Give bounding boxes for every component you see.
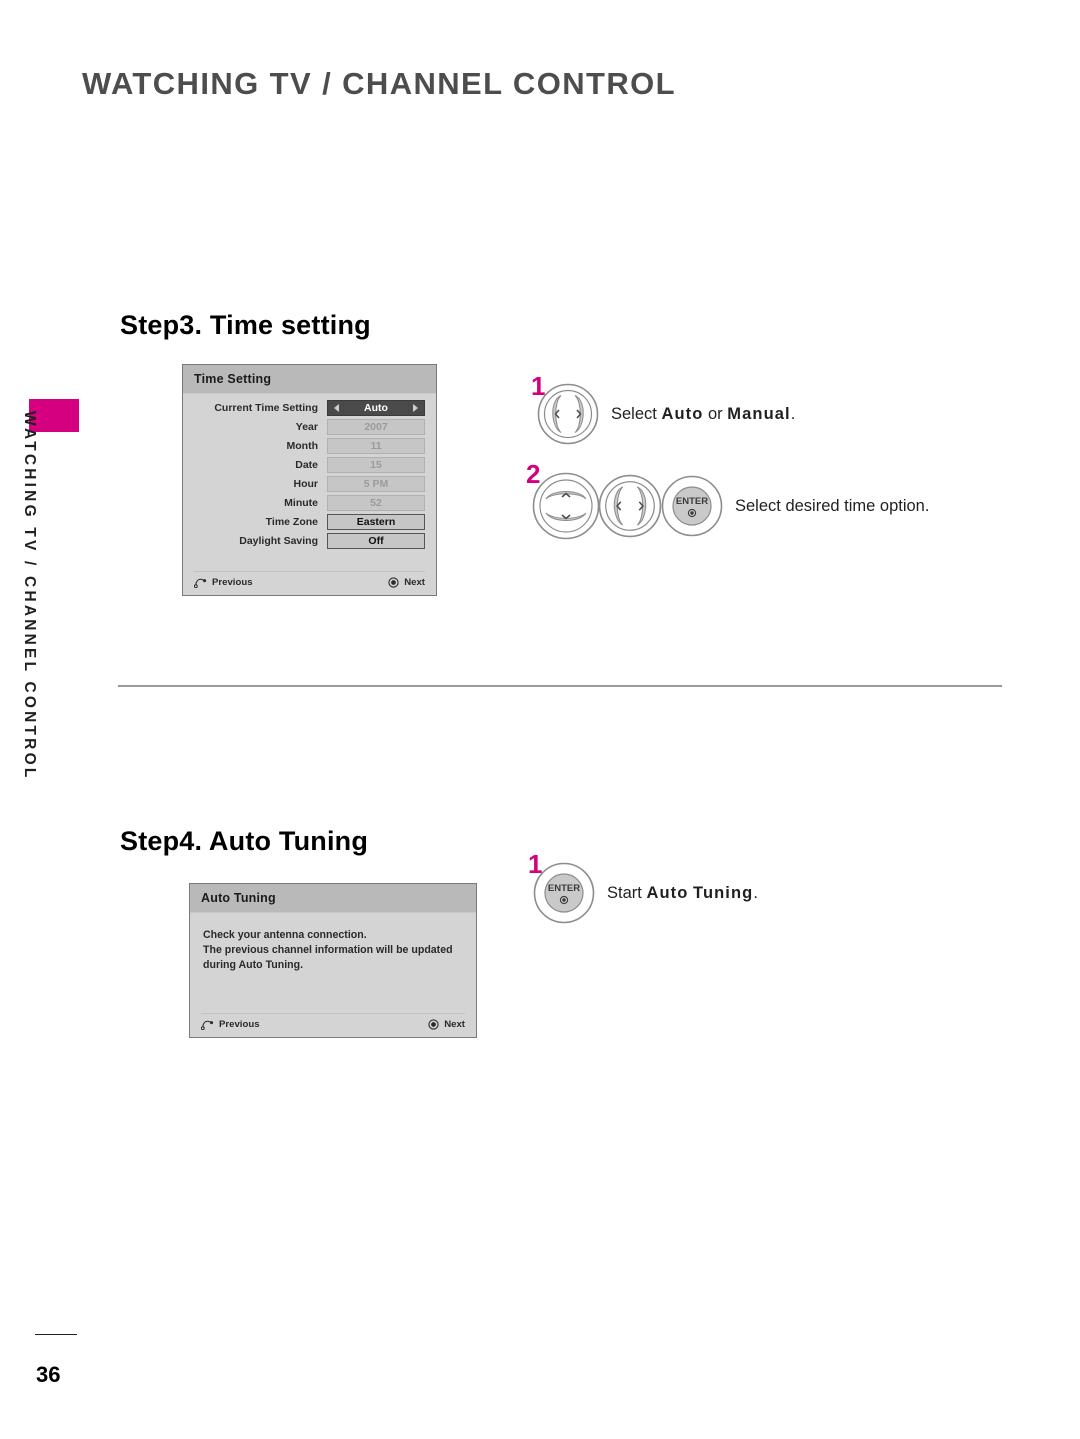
- row-value-text: 15: [370, 459, 382, 471]
- auto-tuning-message: Check your antenna connection. The previ…: [201, 919, 465, 973]
- footer-divider: [35, 1334, 77, 1335]
- row-value-date: 15: [327, 457, 425, 473]
- previous-label: Previous: [219, 1019, 260, 1030]
- row-label: Daylight Saving: [239, 535, 318, 547]
- instruction-text-mid: or: [703, 404, 728, 423]
- enter-dot-icon: [388, 577, 399, 588]
- instruction-row-3: ENTER Start Auto Tuning.: [533, 862, 758, 924]
- instruction-row-1: Select Auto or Manual.: [537, 383, 795, 445]
- instruction-text-suffix: .: [790, 404, 796, 423]
- auto-tuning-dialog-footer: Previous Next: [201, 1013, 465, 1030]
- next-button[interactable]: Next: [428, 1019, 465, 1030]
- return-arrow-icon: [201, 1020, 214, 1030]
- previous-label: Previous: [212, 577, 253, 588]
- time-setting-rows: Current Time Setting Auto Year 2007 Mont…: [183, 394, 436, 549]
- instruction-row-2: ENTER Select desired time option.: [532, 472, 929, 540]
- row-value-text: Off: [368, 535, 384, 547]
- table-row[interactable]: Month 11: [194, 438, 425, 454]
- row-value-year: 2007: [327, 419, 425, 435]
- step4-heading: Step4. Auto Tuning: [120, 826, 369, 856]
- row-value-daylight-saving[interactable]: Off: [327, 533, 425, 549]
- svg-text:ENTER: ENTER: [548, 883, 580, 894]
- row-value-time-zone[interactable]: Eastern: [327, 514, 425, 530]
- left-right-button-icon[interactable]: [537, 383, 599, 445]
- row-value-text: 5 PM: [363, 478, 389, 490]
- chevron-right-icon[interactable]: [413, 404, 418, 412]
- instruction-text-2: Select desired time option.: [735, 497, 929, 516]
- table-row[interactable]: Current Time Setting Auto: [194, 400, 425, 416]
- time-setting-dialog-footer: Previous Next: [194, 571, 425, 588]
- auto-tuning-line-2: The previous channel information will be…: [203, 944, 453, 956]
- page-title: WATCHING TV / CHANNEL CONTROL: [82, 66, 676, 101]
- return-arrow-icon: [194, 578, 207, 588]
- instruction-text-bold-1: Auto: [646, 883, 689, 902]
- auto-tuning-dialog-title: Auto Tuning: [190, 884, 476, 913]
- table-row[interactable]: Minute 52: [194, 495, 425, 511]
- auto-tuning-body: Check your antenna connection. The previ…: [190, 913, 476, 973]
- auto-tuning-line-1: Check your antenna connection.: [203, 929, 367, 941]
- previous-button[interactable]: Previous: [194, 577, 253, 588]
- step3-heading: Step3. Time setting: [120, 310, 371, 340]
- instruction-text-prefix: Select desired time option.: [735, 496, 930, 515]
- instruction-text-bold-2: Manual: [727, 404, 791, 423]
- previous-button[interactable]: Previous: [201, 1019, 260, 1030]
- row-value-text: 11: [370, 440, 382, 452]
- auto-tuning-line-3: during Auto Tuning.: [203, 959, 304, 971]
- instruction-text-prefix: Start: [607, 883, 647, 902]
- section-divider: [118, 685, 1002, 687]
- table-row[interactable]: Year 2007: [194, 419, 425, 435]
- row-label: Minute: [284, 497, 318, 509]
- instruction-text-3: Start Auto Tuning.: [607, 884, 758, 903]
- row-value-month: 11: [327, 438, 425, 454]
- row-label: Current Time Setting: [214, 402, 318, 414]
- row-label: Date: [295, 459, 318, 471]
- svg-text:ENTER: ENTER: [676, 496, 708, 507]
- row-label: Time Zone: [265, 516, 318, 528]
- row-label: Month: [286, 440, 319, 452]
- instruction-text-suffix: .: [753, 883, 758, 902]
- instruction-text-bold-1: Auto: [661, 404, 704, 423]
- up-down-button-icon[interactable]: [532, 472, 600, 540]
- row-value-minute: 52: [327, 495, 425, 511]
- row-value-current-time-setting[interactable]: Auto: [327, 400, 425, 416]
- table-row[interactable]: Time Zone Eastern: [194, 514, 425, 530]
- row-label: Hour: [293, 478, 319, 490]
- left-right-button-icon[interactable]: [598, 474, 662, 538]
- chevron-left-icon[interactable]: [334, 404, 339, 412]
- table-row[interactable]: Daylight Saving Off: [194, 533, 425, 549]
- time-setting-dialog-title: Time Setting: [183, 365, 436, 394]
- next-button[interactable]: Next: [388, 577, 425, 588]
- enter-button-icon[interactable]: ENTER: [533, 862, 595, 924]
- row-value-hour: 5 PM: [327, 476, 425, 492]
- auto-tuning-dialog: Auto Tuning Check your antenna connectio…: [189, 883, 477, 1038]
- enter-dot-icon: [428, 1019, 439, 1030]
- time-setting-dialog: Time Setting Current Time Setting Auto Y…: [182, 364, 437, 596]
- next-label: Next: [404, 577, 425, 588]
- row-value-text: Auto: [364, 402, 388, 414]
- table-row[interactable]: Hour 5 PM: [194, 476, 425, 492]
- table-row[interactable]: Date 15: [194, 457, 425, 473]
- row-value-text: 52: [370, 497, 382, 509]
- row-value-text: 2007: [364, 421, 388, 433]
- chapter-tab-label: WATCHING TV / CHANNEL CONTROL: [21, 411, 38, 781]
- next-label: Next: [444, 1019, 465, 1030]
- enter-button-icon[interactable]: ENTER: [661, 475, 723, 537]
- page-number: 36: [36, 1362, 61, 1387]
- instruction-text-bold-2: Tuning: [693, 883, 754, 902]
- row-value-text: Eastern: [356, 516, 396, 528]
- instruction-text-1: Select Auto or Manual.: [611, 405, 795, 424]
- instruction-text-prefix: Select: [611, 404, 662, 423]
- row-label: Year: [295, 421, 318, 433]
